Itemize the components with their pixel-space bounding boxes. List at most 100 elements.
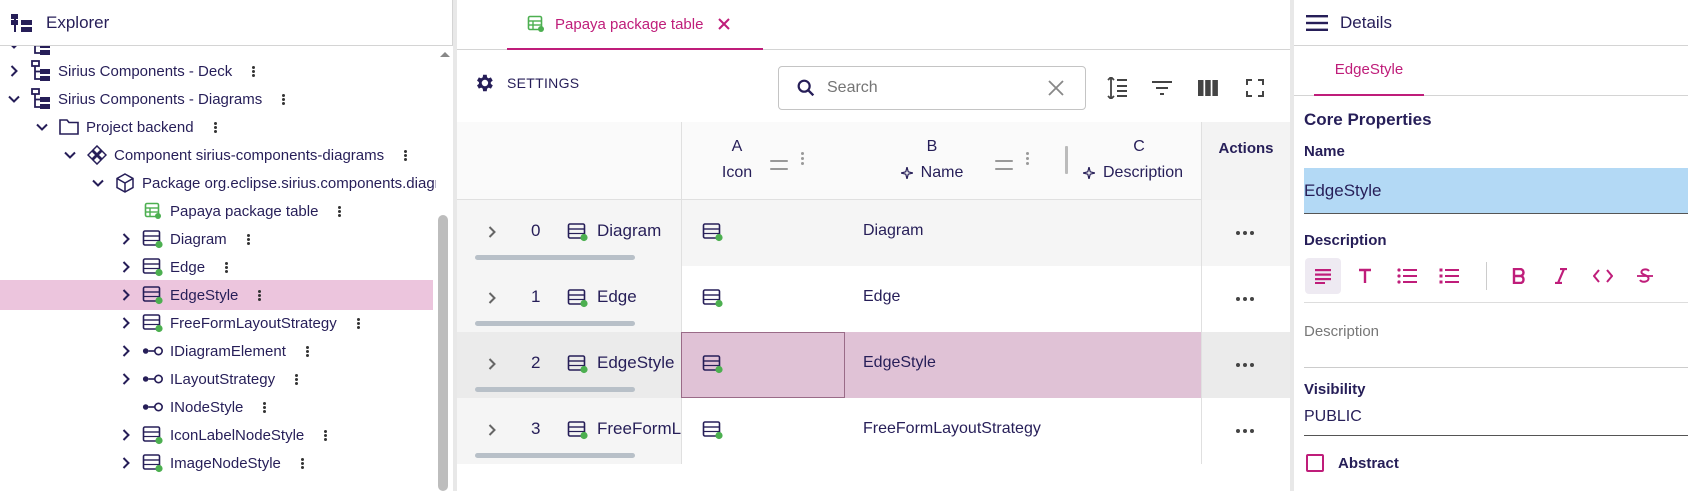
abstract-checkbox[interactable] <box>1306 454 1324 472</box>
more-options-icon[interactable] <box>258 289 262 301</box>
description-field[interactable]: Description <box>1304 323 1379 340</box>
tree-item[interactable]: EdgeStyle <box>0 280 433 310</box>
more-options-icon[interactable] <box>246 233 250 245</box>
chevron-right-icon[interactable] <box>118 455 134 471</box>
chevron-right-icon[interactable] <box>6 63 22 79</box>
tree-item[interactable]: IDiagramElement <box>0 336 433 366</box>
more-options-icon[interactable] <box>338 205 342 217</box>
menu-icon[interactable] <box>1306 14 1328 31</box>
settings-button[interactable]: SETTINGS <box>473 72 579 94</box>
name-field[interactable]: EdgeStyle <box>1304 168 1688 214</box>
more-horizontal-icon[interactable] <box>1236 297 1254 301</box>
paragraph-button[interactable] <box>1305 258 1341 294</box>
table-row[interactable]: 1 Edge Edge <box>457 266 1290 332</box>
table-row[interactable]: 0 Diagram Diagram <box>457 200 1290 266</box>
more-options-icon[interactable] <box>213 121 217 133</box>
chevron-right-icon[interactable] <box>485 357 499 376</box>
more-options-icon[interactable] <box>404 149 408 161</box>
chevron-right-icon[interactable] <box>485 423 499 442</box>
column-header-c[interactable]: C Description <box>1069 122 1201 200</box>
column-header-a[interactable]: A Icon <box>681 122 845 200</box>
tree-item[interactable]: Package org.eclipse.sirius.components.di… <box>0 168 436 198</box>
chevron-down-icon[interactable] <box>6 91 22 107</box>
column-b-menu-button[interactable] <box>1026 152 1029 165</box>
tree-item[interactable]: Sirius Components - Deck <box>0 56 433 86</box>
row-actions[interactable] <box>1201 398 1290 464</box>
cell-icon[interactable] <box>681 332 845 398</box>
search-input[interactable] <box>827 79 1027 97</box>
more-options-icon[interactable] <box>263 401 267 413</box>
more-horizontal-icon[interactable] <box>1236 429 1254 433</box>
cell-icon[interactable] <box>681 398 845 464</box>
more-options-icon[interactable] <box>282 93 286 105</box>
tree-item[interactable]: Papaya package table <box>0 196 433 226</box>
clear-search-icon[interactable] <box>1047 79 1065 97</box>
chevron-down-icon[interactable] <box>62 147 78 163</box>
heading-button[interactable] <box>1347 258 1383 294</box>
close-icon[interactable] <box>717 17 731 31</box>
cell-icon[interactable] <box>681 266 845 332</box>
column-a-drag-handle[interactable] <box>770 160 788 170</box>
tree-item[interactable]: ImageNodeStyle <box>0 448 433 478</box>
column-a-menu-button[interactable] <box>801 152 804 165</box>
cell-name[interactable]: EdgeStyle <box>845 332 1201 398</box>
more-options-icon[interactable] <box>356 317 360 329</box>
tree-item[interactable]: Component sirius-components-diagrams <box>0 140 433 170</box>
more-options-icon[interactable] <box>324 429 328 441</box>
more-horizontal-icon[interactable] <box>1236 363 1254 367</box>
chevron-right-icon[interactable] <box>118 371 134 387</box>
fullscreen-button[interactable] <box>1241 74 1269 102</box>
cell-icon[interactable] <box>681 200 845 266</box>
tree-item[interactable]: Diagram <box>0 224 433 254</box>
table-row[interactable]: 3 FreeFormLayoutStrategy FreeFormLayoutStr… <box>457 398 1290 464</box>
strikethrough-button[interactable] <box>1627 258 1663 294</box>
cell-name[interactable]: Edge <box>845 266 1201 332</box>
chevron-down-icon[interactable] <box>90 175 106 191</box>
code-button[interactable] <box>1585 258 1621 294</box>
explorer-scroll-thumb[interactable] <box>438 215 448 491</box>
tree-item[interactable]: Edge <box>0 252 433 282</box>
tree-item[interactable]: INodeStyle <box>0 392 433 422</box>
chevron-right-icon[interactable] <box>485 225 499 244</box>
more-horizontal-icon[interactable] <box>1236 231 1254 235</box>
more-options-icon[interactable] <box>252 65 256 77</box>
chevron-down-icon[interactable] <box>6 46 22 53</box>
italic-button[interactable] <box>1543 258 1579 294</box>
chevron-right-icon[interactable] <box>118 343 134 359</box>
column-b-drag-handle[interactable] <box>995 160 1013 170</box>
row-scrollbar[interactable] <box>475 321 635 326</box>
more-options-icon[interactable] <box>225 261 229 273</box>
row-actions[interactable] <box>1201 332 1290 398</box>
chevron-down-icon[interactable] <box>34 119 50 135</box>
visibility-select[interactable]: PUBLIC <box>1304 408 1362 426</box>
tree-item[interactable]: FreeFormLayoutStrategy <box>0 308 433 338</box>
tab-edgestyle[interactable]: EdgeStyle <box>1314 46 1424 96</box>
row-scrollbar[interactable] <box>475 453 635 458</box>
row-scrollbar[interactable] <box>475 255 635 260</box>
more-options-icon[interactable] <box>305 345 309 357</box>
column-resize-handle[interactable] <box>1065 146 1068 174</box>
filter-button[interactable] <box>1148 74 1176 102</box>
chevron-right-icon[interactable] <box>118 315 134 331</box>
bullet-list-button[interactable] <box>1389 258 1425 294</box>
chevron-right-icon[interactable] <box>118 231 134 247</box>
chevron-right-icon[interactable] <box>118 427 134 443</box>
columns-button[interactable] <box>1194 74 1222 102</box>
row-actions[interactable] <box>1201 266 1290 332</box>
numbered-list-button[interactable] <box>1431 258 1467 294</box>
chevron-right-icon[interactable] <box>118 287 134 303</box>
row-scrollbar[interactable] <box>475 387 635 392</box>
more-options-icon[interactable] <box>295 373 299 385</box>
chevron-right-icon[interactable] <box>118 259 134 275</box>
more-options-icon[interactable] <box>300 457 304 469</box>
row-actions[interactable] <box>1201 200 1290 266</box>
chevron-right-icon[interactable] <box>485 291 499 310</box>
cell-name[interactable]: Diagram <box>845 200 1201 266</box>
column-header-b[interactable]: B Name <box>845 122 1053 200</box>
tab-papaya-package-table[interactable]: Papaya package table <box>507 0 763 50</box>
table-row[interactable]: 2 EdgeStyle EdgeStyle <box>457 332 1290 398</box>
bold-button[interactable] <box>1501 258 1537 294</box>
tree-item[interactable]: IconLabelNodeStyle <box>0 420 433 450</box>
tree-item[interactable]: Project backend <box>0 112 433 142</box>
tree-item[interactable]: Sirius Components - Diagrams <box>0 84 433 114</box>
